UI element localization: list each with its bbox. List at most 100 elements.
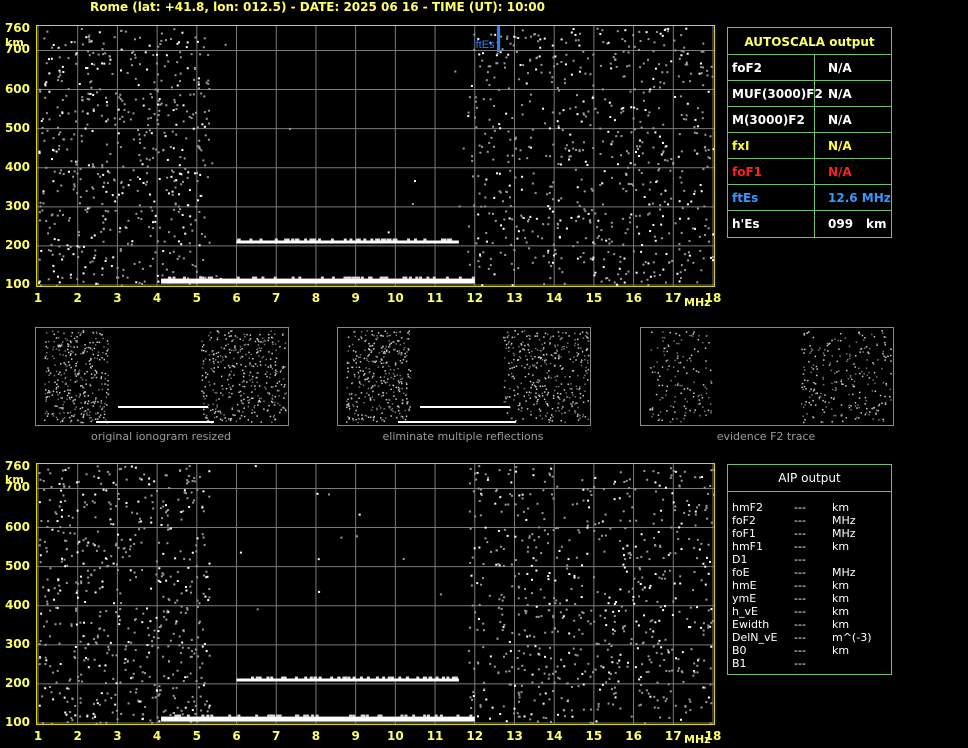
thumbnail-point bbox=[690, 360, 692, 362]
noise-point bbox=[651, 202, 654, 205]
thumbnail-point bbox=[253, 411, 256, 414]
noise-point bbox=[215, 275, 218, 278]
noise-point bbox=[604, 212, 607, 215]
thumbnail-point bbox=[271, 401, 274, 404]
thumbnail-point bbox=[242, 375, 245, 378]
noise-point bbox=[681, 651, 684, 654]
thumbnail-point bbox=[369, 399, 372, 401]
noise-point bbox=[491, 242, 494, 245]
noise-point bbox=[491, 212, 494, 215]
thumbnail-point bbox=[523, 348, 526, 351]
thumbnail-point bbox=[659, 411, 662, 413]
thumbnail-point bbox=[209, 409, 212, 412]
noise-point bbox=[542, 223, 545, 226]
thumbnail-point bbox=[63, 412, 65, 414]
autoscala-row: foF1 N/A bbox=[728, 158, 891, 185]
noise-point bbox=[96, 91, 99, 94]
thumbnail-point bbox=[872, 362, 874, 364]
noise-point bbox=[143, 672, 146, 675]
thumbnail-point bbox=[52, 346, 55, 348]
thumbnail-point bbox=[526, 408, 529, 410]
thumbnail-point bbox=[823, 354, 826, 357]
noise-point bbox=[141, 569, 144, 572]
thumbnail-point bbox=[247, 419, 250, 421]
noise-point bbox=[517, 572, 520, 575]
thumbnail-point bbox=[77, 331, 80, 334]
thumbnail-point bbox=[822, 399, 824, 402]
thumbnail-point bbox=[678, 334, 681, 337]
noise-point bbox=[129, 118, 132, 121]
noise-point bbox=[704, 234, 707, 237]
thumbnail-point bbox=[853, 380, 856, 383]
noise-point bbox=[620, 135, 623, 138]
trace-point bbox=[351, 276, 355, 279]
noise-point bbox=[579, 32, 582, 35]
noise-point bbox=[639, 582, 642, 585]
thumbnail-point bbox=[569, 376, 571, 378]
noise-point bbox=[540, 71, 543, 74]
thumbnail-point bbox=[201, 379, 204, 381]
noise-point bbox=[525, 241, 528, 244]
thumbnail-point bbox=[70, 421, 72, 423]
noise-point bbox=[500, 593, 503, 596]
noise-point bbox=[492, 125, 495, 128]
noise-point bbox=[659, 208, 662, 211]
noise-point bbox=[511, 284, 514, 286]
thumbnail-point bbox=[506, 396, 508, 399]
thumbnail-point bbox=[710, 411, 712, 414]
noise-point bbox=[117, 546, 120, 549]
noise-point bbox=[135, 281, 138, 284]
x-tick-label: 3 bbox=[113, 729, 122, 743]
thumbnail-point bbox=[214, 392, 216, 394]
noise-point bbox=[662, 696, 665, 699]
noise-point bbox=[558, 112, 561, 115]
noise-point bbox=[589, 721, 592, 724]
noise-point bbox=[693, 546, 696, 549]
thumbnail-point bbox=[670, 379, 672, 382]
thumbnail-point bbox=[354, 335, 356, 338]
thumbnail-point bbox=[367, 416, 370, 418]
thumbnail-point bbox=[364, 334, 367, 337]
thumbnail-point bbox=[263, 408, 265, 410]
thumbnail-point bbox=[229, 419, 232, 422]
thumbnail-point bbox=[363, 401, 365, 404]
thumbnail-point bbox=[686, 372, 688, 375]
thumbnail-point bbox=[812, 399, 814, 402]
thumbnail-point bbox=[684, 412, 687, 414]
noise-point bbox=[633, 577, 636, 580]
thumbnail-point bbox=[251, 358, 254, 360]
trace-point bbox=[415, 276, 419, 279]
noise-point bbox=[547, 205, 550, 208]
y-tick-label: 300 bbox=[4, 198, 30, 213]
noise-point bbox=[144, 51, 147, 54]
thumbnail-trace bbox=[118, 406, 208, 408]
noise-point bbox=[47, 588, 50, 591]
noise-point bbox=[61, 509, 64, 512]
x-unit-top: MHz bbox=[684, 296, 711, 309]
noise-point bbox=[552, 614, 555, 617]
thumbnail-point bbox=[236, 362, 238, 365]
noise-point bbox=[67, 112, 70, 115]
thumbnail-point bbox=[540, 350, 542, 352]
noise-point bbox=[147, 627, 150, 630]
x-tick-label: 3 bbox=[113, 291, 122, 305]
thumbnail-point bbox=[399, 343, 402, 346]
noise-point bbox=[598, 538, 601, 541]
noise-point bbox=[655, 181, 658, 184]
noise-point bbox=[59, 589, 62, 592]
noise-point bbox=[528, 145, 531, 148]
noise-point bbox=[505, 56, 508, 59]
noise-point bbox=[73, 650, 76, 653]
aip-row: h_vE --- km bbox=[732, 605, 887, 618]
noise-point bbox=[632, 250, 635, 253]
thumbnail-point bbox=[565, 346, 568, 348]
noise-point bbox=[531, 128, 534, 131]
noise-point bbox=[620, 154, 623, 157]
noise-point bbox=[179, 94, 182, 97]
thumbnail-point bbox=[347, 336, 350, 339]
noise-point bbox=[132, 169, 135, 172]
noise-point bbox=[190, 53, 193, 56]
noise-point bbox=[547, 578, 550, 581]
noise-point bbox=[660, 193, 663, 196]
noise-point bbox=[678, 248, 681, 251]
